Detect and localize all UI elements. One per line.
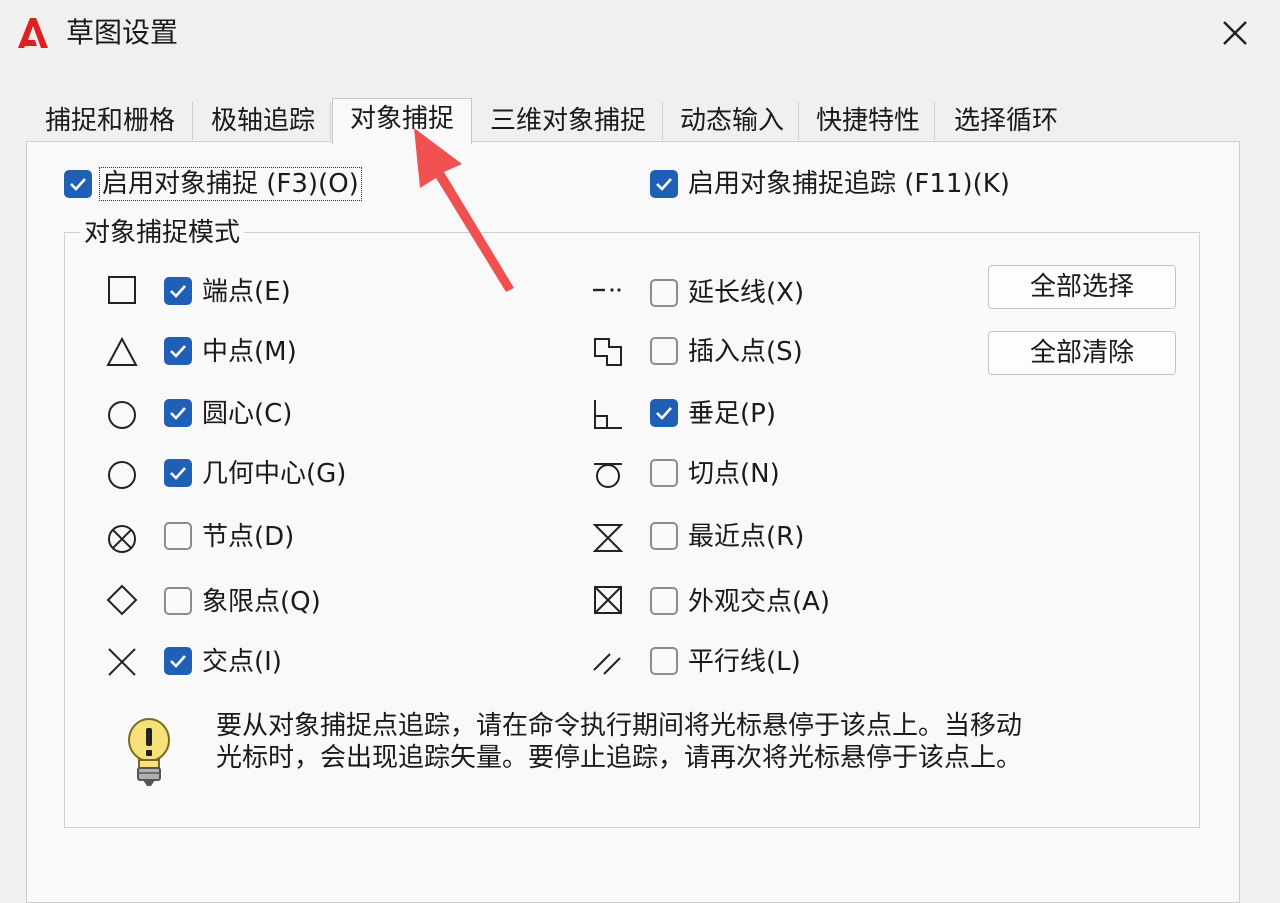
tab-bar: 捕捉和栅格 极轴追踪 对象捕捉 三维对象捕捉 动态输入 快捷特性 选择循环 — [28, 98, 1088, 144]
close-button[interactable] — [1212, 12, 1258, 56]
insertion-label: 插入点(S) — [688, 337, 803, 367]
enable-osnap-label: 启用对象捕捉 (F3)(O) — [99, 167, 362, 201]
hint-line-1: 要从对象捕捉点追踪，请在命令执行期间将光标悬停于该点上。当移动 — [216, 711, 1023, 741]
nearest-checkbox[interactable] — [650, 522, 678, 550]
tab-object-snap[interactable]: 对象捕捉 — [332, 98, 472, 144]
intersection-label: 交点(I) — [202, 647, 282, 677]
parallel-checkbox[interactable] — [650, 647, 678, 675]
tracking-hint: 要从对象捕捉点追踪，请在命令执行期间将光标悬停于该点上。当移动 光标时，会出现追… — [216, 710, 1156, 774]
apparent-intersection-icon — [590, 582, 626, 618]
geometric-center-checkbox[interactable] — [164, 459, 192, 487]
tab-selection-cycling[interactable]: 选择循环 — [938, 102, 1074, 140]
lightbulb-icon — [124, 716, 174, 790]
midpoint-checkbox[interactable] — [164, 337, 192, 365]
quadrant-diamond-icon — [104, 582, 140, 618]
parallel-icon — [590, 644, 626, 680]
extension-label: 延长线(X) — [688, 278, 805, 308]
tangent-label: 切点(N) — [688, 459, 780, 489]
nearest-hourglass-icon — [590, 520, 626, 556]
insertion-checkbox[interactable] — [650, 337, 678, 365]
geometric-center-label: 几何中心(G) — [202, 459, 347, 489]
midpoint-triangle-icon — [104, 334, 140, 370]
endpoint-label: 端点(E) — [202, 277, 291, 307]
endpoint-square-icon — [104, 272, 140, 308]
apparent-intersection-label: 外观交点(A) — [688, 587, 831, 617]
apparent-intersection-checkbox[interactable] — [650, 587, 678, 615]
quadrant-label: 象限点(Q) — [202, 587, 321, 617]
geometric-center-circle-icon — [104, 456, 140, 492]
intersection-x-icon — [104, 644, 140, 680]
clear-all-button[interactable]: 全部清除 — [988, 331, 1176, 375]
endpoint-checkbox[interactable] — [164, 277, 192, 305]
tangent-icon — [590, 456, 626, 492]
tab-polar-tracking[interactable]: 极轴追踪 — [196, 102, 331, 140]
window-title: 草图设置 — [66, 16, 179, 49]
perpendicular-icon — [590, 396, 626, 432]
enable-osnap-checkbox[interactable] — [64, 170, 92, 198]
midpoint-label: 中点(M) — [202, 337, 297, 367]
title-bar: 草图设置 — [0, 0, 1280, 68]
intersection-checkbox[interactable] — [164, 647, 192, 675]
center-label: 圆心(C) — [202, 399, 293, 429]
node-icon — [104, 520, 140, 556]
enable-tracking-checkbox[interactable] — [650, 170, 678, 198]
autocad-logo-icon — [16, 16, 50, 50]
snap-modes-title: 对象捕捉模式 — [80, 217, 245, 249]
quadrant-checkbox[interactable] — [164, 587, 192, 615]
extension-checkbox[interactable] — [650, 279, 678, 307]
center-circle-icon — [104, 396, 140, 432]
hint-line-2: 光标时，会出现追踪矢量。要停止追踪，请再次将光标悬停于该点上。 — [216, 743, 1023, 773]
tab-3d-object-snap[interactable]: 三维对象捕捉 — [474, 102, 663, 140]
center-checkbox[interactable] — [164, 399, 192, 427]
select-all-button[interactable]: 全部选择 — [988, 265, 1176, 309]
perpendicular-checkbox[interactable] — [650, 399, 678, 427]
tangent-checkbox[interactable] — [650, 459, 678, 487]
tab-dynamic-input[interactable]: 动态输入 — [666, 102, 799, 140]
tab-quick-properties[interactable]: 快捷特性 — [802, 102, 935, 140]
perpendicular-label: 垂足(P) — [688, 399, 776, 429]
parallel-label: 平行线(L) — [688, 647, 801, 677]
close-icon — [1223, 21, 1247, 45]
nearest-label: 最近点(R) — [688, 522, 805, 552]
node-label: 节点(D) — [202, 522, 295, 552]
extension-icon — [590, 272, 626, 308]
insertion-icon — [590, 334, 626, 370]
tab-snap-grid[interactable]: 捕捉和栅格 — [28, 102, 193, 140]
node-checkbox[interactable] — [164, 522, 192, 550]
enable-tracking-label: 启用对象捕捉追踪 (F11)(K) — [688, 169, 1010, 199]
